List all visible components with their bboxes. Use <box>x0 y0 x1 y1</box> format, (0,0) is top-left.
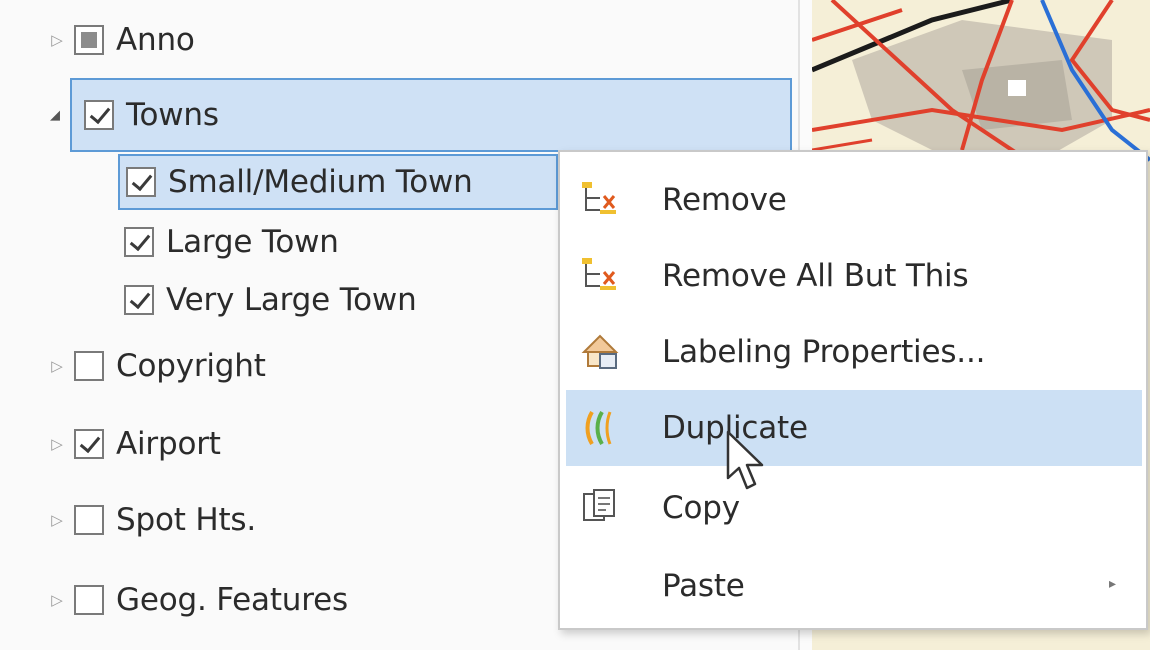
menu-item-duplicate[interactable]: Duplicate <box>566 390 1142 466</box>
sublayer-label: Very Large Town <box>166 282 417 318</box>
menu-item-label: Labeling Properties... <box>662 334 986 370</box>
layer-visibility-checkbox[interactable] <box>74 351 104 381</box>
sublayer-label: Large Town <box>166 224 339 260</box>
layer-label: Airport <box>116 426 221 462</box>
menu-item-copy[interactable]: Copy <box>566 470 1142 546</box>
sublayer-row-large-town[interactable]: Large Town <box>124 212 339 272</box>
duplicate-icon <box>578 406 622 450</box>
menu-item-remove[interactable]: Remove <box>566 162 1142 238</box>
layer-row-copyright[interactable]: ▷ Copyright <box>48 336 266 396</box>
sublayer-row-small-medium-town[interactable]: Small/Medium Town <box>118 154 558 210</box>
layer-row-towns[interactable]: Towns <box>70 78 792 152</box>
expand-arrow-icon[interactable]: ▷ <box>48 589 66 611</box>
layer-label: Towns <box>126 97 219 133</box>
menu-item-label: Paste <box>662 568 745 604</box>
layer-row-spot-hts[interactable]: ▷ Spot Hts. <box>48 490 256 550</box>
collapse-arrow-icon[interactable]: ◢ <box>46 104 64 126</box>
layer-row-geog-features[interactable]: ▷ Geog. Features <box>48 570 348 630</box>
layer-visibility-checkbox[interactable] <box>84 100 114 130</box>
menu-item-label: Remove All But This <box>662 258 969 294</box>
layer-visibility-checkbox[interactable] <box>74 429 104 459</box>
layer-visibility-checkbox[interactable] <box>74 585 104 615</box>
paste-icon-placeholder <box>578 564 622 608</box>
menu-item-paste[interactable]: Paste ▸ <box>566 548 1142 624</box>
menu-item-label: Copy <box>662 490 740 526</box>
expand-arrow-icon[interactable]: ▷ <box>48 29 66 51</box>
layer-visibility-checkbox[interactable] <box>74 505 104 535</box>
layer-context-menu: Remove Remove All But This Labeling Prop… <box>558 150 1148 630</box>
menu-item-label: Remove <box>662 182 787 218</box>
labeling-properties-icon <box>578 330 622 374</box>
layer-visibility-checkbox[interactable] <box>74 25 104 55</box>
sublayer-visibility-checkbox[interactable] <box>124 227 154 257</box>
layer-label: Anno <box>116 22 195 58</box>
sublayer-label: Small/Medium Town <box>168 164 473 200</box>
layer-label: Geog. Features <box>116 582 348 618</box>
arcgis-window: ▷ Anno Towns ◢ Small/Medium Town Large T… <box>0 0 1150 650</box>
sublayer-visibility-checkbox[interactable] <box>124 285 154 315</box>
layer-row-airport[interactable]: ▷ Airport <box>48 414 221 474</box>
remove-layer-icon <box>578 254 622 298</box>
copy-icon <box>578 486 622 530</box>
remove-layer-icon <box>578 178 622 222</box>
expand-arrow-icon[interactable]: ▷ <box>48 433 66 455</box>
menu-item-remove-all-but-this[interactable]: Remove All But This <box>566 238 1142 314</box>
expand-arrow-icon[interactable]: ▷ <box>48 509 66 531</box>
layer-row-anno[interactable]: ▷ Anno <box>48 10 195 70</box>
submenu-arrow-icon: ▸ <box>1108 576 1116 592</box>
sublayer-row-very-large-town[interactable]: Very Large Town <box>124 270 417 330</box>
layer-label: Spot Hts. <box>116 502 257 538</box>
layer-label: Copyright <box>116 348 266 384</box>
menu-item-labeling-properties[interactable]: Labeling Properties... <box>566 314 1142 390</box>
sublayer-visibility-checkbox[interactable] <box>126 167 156 197</box>
expand-arrow-icon[interactable]: ▷ <box>48 355 66 377</box>
mouse-cursor-icon <box>726 430 764 490</box>
